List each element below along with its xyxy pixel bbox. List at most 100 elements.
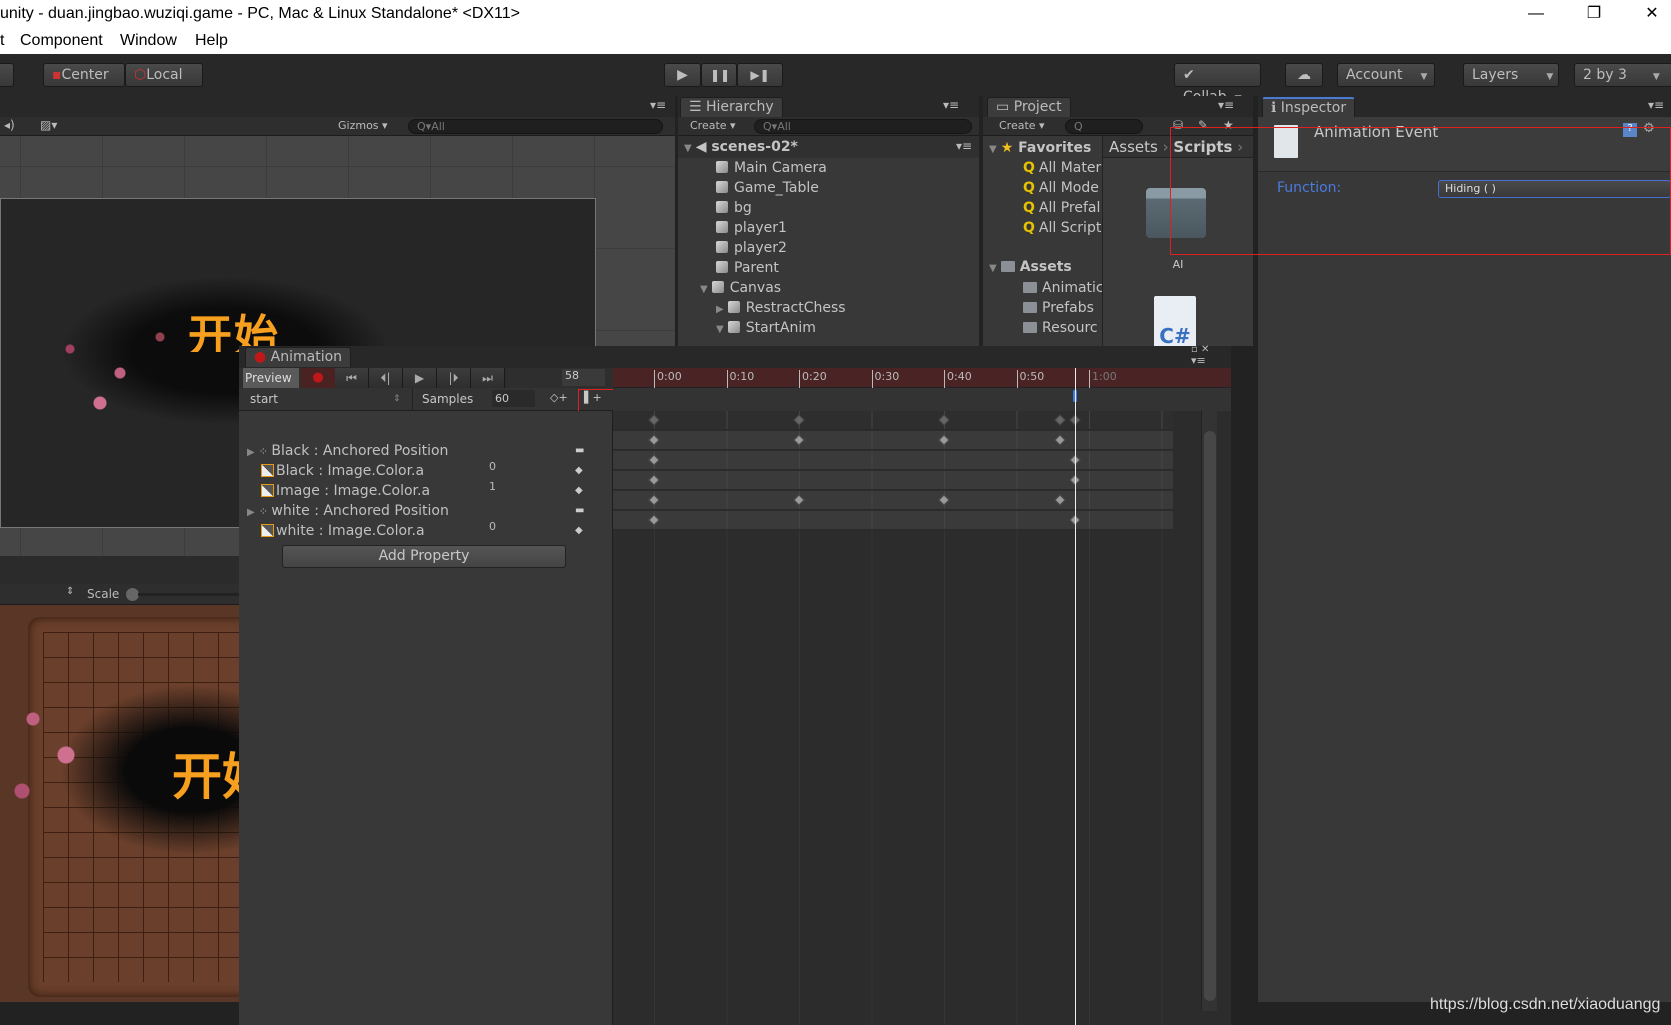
scale-slider[interactable]: [138, 593, 239, 596]
create-dropdown[interactable]: Create ▾: [999, 119, 1045, 132]
clip-dropdown[interactable]: start ⇕: [243, 388, 413, 410]
keyframe[interactable]: [648, 414, 660, 426]
folder-item[interactable]: Resourc: [1023, 318, 1098, 338]
tab-project[interactable]: ▭ Project: [987, 97, 1071, 117]
property-value[interactable]: 1: [489, 477, 496, 497]
pivot-center-button[interactable]: ▪Center: [43, 63, 125, 87]
panel-menu-icon[interactable]: ▾≡: [1191, 354, 1206, 367]
lock-icon[interactable]: ▾≡: [1648, 98, 1664, 112]
keyframe-row[interactable]: [613, 511, 1173, 530]
expand-arrow-icon[interactable]: ▶: [247, 507, 255, 518]
add-keyframe-icon[interactable]: ◇+: [550, 391, 568, 404]
last-keyframe-button[interactable]: ⏭: [471, 368, 505, 388]
record-button[interactable]: ●: [301, 368, 335, 388]
keyframe[interactable]: [648, 514, 660, 526]
keyframe-row[interactable]: [613, 491, 1173, 510]
lock-icon[interactable]: ▾≡: [1218, 98, 1234, 112]
favorite-item[interactable]: Q All Prefal: [1023, 198, 1100, 218]
pivot-local-button[interactable]: ⬡Local: [125, 63, 203, 87]
folder-item[interactable]: Prefabs: [1023, 298, 1094, 318]
layers-dropdown[interactable]: Layers ▼: [1463, 63, 1559, 87]
pause-button[interactable]: ❚❚: [701, 63, 737, 87]
play-button[interactable]: ▶: [403, 368, 437, 388]
tree-item[interactable]: Main Camera: [716, 158, 827, 178]
keyframe[interactable]: [938, 434, 950, 446]
keyframe[interactable]: [793, 414, 805, 426]
hierarchy-search-input[interactable]: Q▾All: [754, 119, 972, 134]
property-row[interactable]: Image : Image.Color.a 1 ◆: [239, 480, 613, 501]
property-row[interactable]: Black : Image.Color.a 0 ◆: [239, 460, 613, 481]
csharp-script-icon[interactable]: C#: [1154, 296, 1196, 346]
keyframe-row[interactable]: [613, 431, 1173, 450]
tree-item[interactable]: bg: [716, 198, 752, 218]
tree-item[interactable]: player2: [716, 238, 787, 258]
collapse-arrow-icon[interactable]: ▶: [716, 304, 724, 315]
keyframe-toggle-icon[interactable]: ◆: [575, 521, 583, 541]
play-button[interactable]: ▶: [664, 63, 701, 87]
tab-inspector[interactable]: ℹ Inspector: [1262, 97, 1356, 117]
next-keyframe-button[interactable]: |⏵: [437, 368, 471, 388]
keyframe[interactable]: [648, 454, 660, 466]
project-search-input[interactable]: Q: [1065, 119, 1143, 134]
dopesheet[interactable]: 0:00 0:10 0:20 0:30 0:40 0:50 1:00: [613, 368, 1231, 1025]
tab-hierarchy[interactable]: ☰ Hierarchy: [680, 97, 783, 117]
favorite-item[interactable]: Q All Mater: [1023, 158, 1101, 178]
expand-arrow-icon[interactable]: ▼: [716, 324, 724, 335]
filter-label-icon[interactable]: ✎: [1198, 118, 1208, 132]
tree-item[interactable]: ▼ StartAnim: [716, 318, 816, 338]
keyframe[interactable]: [938, 414, 950, 426]
tree-item[interactable]: player1: [716, 218, 787, 238]
property-value[interactable]: 0: [489, 457, 496, 477]
keyframe[interactable]: [1054, 494, 1066, 506]
tree-item[interactable]: ▼ Canvas: [700, 278, 781, 298]
favorite-star-icon[interactable]: ★: [1223, 118, 1234, 132]
tree-item[interactable]: ▶ RestractChess: [716, 298, 846, 318]
tab-animation[interactable]: ● Animation: [245, 347, 352, 367]
keyframe-row[interactable]: [613, 451, 1173, 470]
first-keyframe-button[interactable]: ⏮: [335, 368, 369, 388]
keyframe[interactable]: [648, 494, 660, 506]
keyframe[interactable]: [1054, 414, 1066, 426]
expand-arrow-icon[interactable]: ▼: [700, 284, 708, 295]
property-value[interactable]: 0: [489, 517, 496, 537]
expand-arrow-icon[interactable]: ▼: [684, 143, 692, 154]
property-row[interactable]: white : Image.Color.a 0 ◆: [239, 520, 613, 541]
favorite-item[interactable]: Q All Mode: [1023, 178, 1099, 198]
keyframe-toggle-icon[interactable]: ◆: [575, 461, 583, 481]
scene-header[interactable]: ▼ ◀ scenes-02* ▾≡: [678, 136, 979, 158]
summary-keyframe-row[interactable]: [613, 411, 1173, 430]
help-icon[interactable]: ?: [1623, 123, 1637, 137]
frame-input[interactable]: 58: [562, 369, 605, 386]
add-property-button[interactable]: Add Property: [282, 545, 566, 568]
vertical-scrollbar[interactable]: [1201, 411, 1217, 1011]
breadcrumb-assets[interactable]: Assets: [1109, 138, 1158, 156]
menu-help[interactable]: Help: [195, 32, 228, 50]
folder-icon[interactable]: [1146, 188, 1206, 238]
keyframe[interactable]: [648, 474, 660, 486]
menu-window[interactable]: Window: [120, 32, 177, 50]
keyframe-row[interactable]: [613, 471, 1173, 490]
create-dropdown[interactable]: Create ▾: [690, 119, 736, 132]
expand-arrow-icon[interactable]: ▶: [247, 447, 255, 458]
prev-keyframe-button[interactable]: ⏴|: [369, 368, 403, 388]
close-button[interactable]: ✕: [1629, 0, 1671, 30]
property-row[interactable]: ▶ ⁘ white : Anchored Position ▬: [239, 501, 613, 521]
preview-toggle[interactable]: Preview: [243, 368, 299, 388]
account-dropdown[interactable]: Account ▼: [1337, 63, 1435, 87]
playhead[interactable]: [1074, 368, 1076, 1025]
scene-search-input[interactable]: Q▾All: [408, 119, 663, 134]
scrollbar-thumb[interactable]: [1204, 431, 1216, 1001]
filter-type-icon[interactable]: ⛁: [1173, 118, 1183, 132]
samples-input[interactable]: 60: [492, 390, 535, 407]
event-row[interactable]: [613, 388, 1231, 411]
transform-tool-button[interactable]: [0, 63, 14, 87]
panel-menu-icon[interactable]: ▾≡: [650, 98, 666, 112]
collab-button[interactable]: ✔ Collab▼: [1174, 63, 1261, 105]
property-row[interactable]: ▶ ⁘ Black : Anchored Position ▬: [239, 441, 613, 461]
keyframe[interactable]: [938, 494, 950, 506]
maximize-button[interactable]: ❐: [1571, 0, 1617, 30]
tree-item[interactable]: Parent: [716, 258, 779, 278]
cloud-button[interactable]: ☁: [1285, 63, 1323, 87]
resolution-dropdown-icon[interactable]: ⇕: [66, 586, 74, 597]
keyframe[interactable]: [793, 494, 805, 506]
